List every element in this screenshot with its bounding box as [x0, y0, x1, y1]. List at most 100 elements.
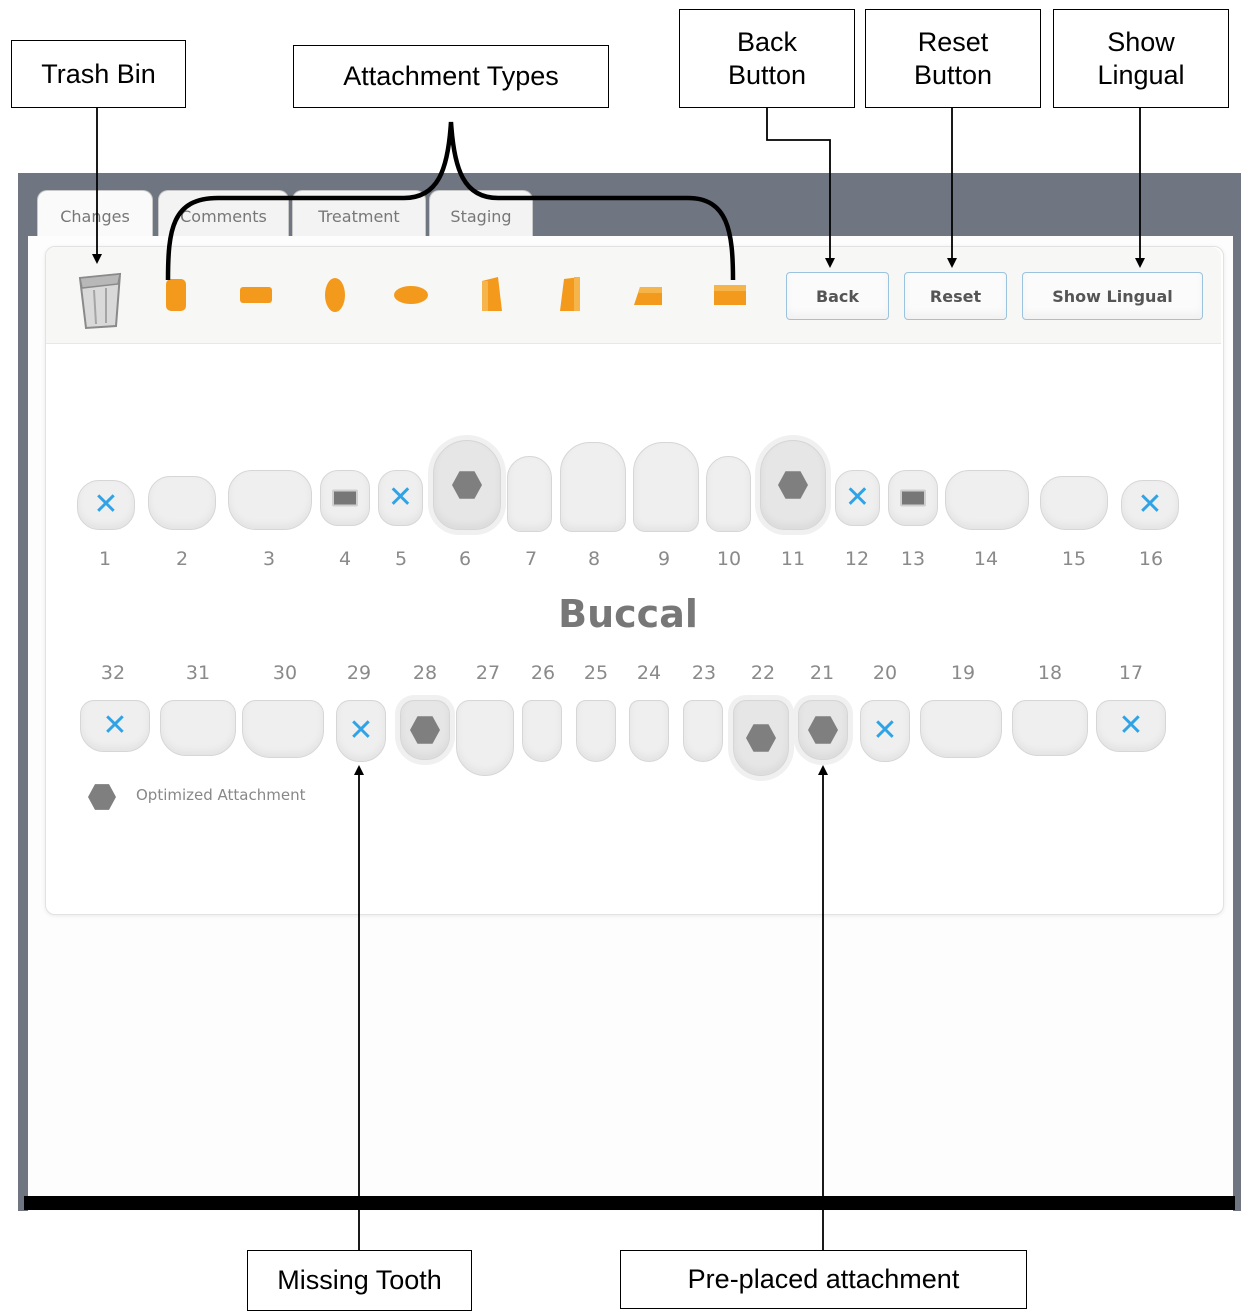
tooth-number: 7 [524, 548, 538, 570]
tooth-30[interactable] [242, 700, 324, 758]
view-label: Buccal [558, 592, 698, 636]
callout-text: Show [1107, 26, 1175, 57]
tooth-11[interactable] [760, 440, 826, 530]
tooth-1[interactable]: ✕ [77, 480, 135, 530]
tooth-32[interactable]: ✕ [80, 700, 150, 752]
tooth-number: 16 [1138, 548, 1164, 570]
tooth-25[interactable] [576, 700, 616, 762]
tooth-number: 8 [587, 548, 601, 570]
tooth-number: 23 [691, 662, 717, 684]
missing-tooth-x-icon: ✕ [1137, 487, 1163, 522]
tooth-21[interactable] [798, 700, 848, 760]
tooth-5[interactable]: ✕ [378, 470, 423, 526]
callout-text: Lingual [1097, 59, 1185, 90]
missing-tooth-x-icon: ✕ [1118, 708, 1144, 743]
attachment-marker [900, 489, 926, 507]
tab-comments[interactable]: Comments [158, 190, 289, 238]
vertical-ellipse-attachment-icon[interactable] [317, 277, 353, 313]
tooth-18[interactable] [1012, 700, 1088, 756]
tooth-number: 13 [900, 548, 926, 570]
tooth-number: 12 [844, 548, 870, 570]
teeth-panel [45, 246, 1224, 915]
tooth-20[interactable]: ✕ [860, 700, 910, 762]
optimized-attachment-icon [410, 716, 440, 744]
show-lingual-button[interactable]: Show Lingual [1022, 272, 1203, 320]
missing-tooth-x-icon: ✕ [844, 480, 871, 515]
tooth-23[interactable] [683, 700, 723, 762]
tooth-number: 28 [412, 662, 438, 684]
tab-changes[interactable]: Changes [37, 190, 153, 238]
tooth-19[interactable] [920, 700, 1002, 758]
tooth-27[interactable] [456, 700, 514, 776]
tooth-number: 1 [98, 548, 112, 570]
tooth-12[interactable]: ✕ [835, 470, 880, 526]
tooth-26[interactable] [522, 700, 562, 762]
callout-text: Attachment Types [343, 61, 559, 91]
tooth-28[interactable] [400, 700, 450, 760]
tooth-number: 21 [809, 662, 835, 684]
tooth-number: 31 [185, 662, 211, 684]
callout-text: Trash Bin [41, 58, 156, 89]
vertical-bevel-attachment-icon[interactable] [474, 277, 510, 313]
tooth-9[interactable] [633, 442, 699, 532]
optimized-attachment-icon [746, 724, 776, 752]
tooth-number: 17 [1118, 662, 1144, 684]
tooth-24[interactable] [629, 700, 669, 762]
missing-tooth-x-icon: ✕ [348, 713, 374, 748]
horizontal-rectangle-attachment-icon[interactable] [238, 277, 274, 313]
missing-tooth-x-icon: ✕ [102, 708, 128, 743]
callout-attachment-types: Attachment Types [293, 45, 609, 108]
callout-text: Reset [917, 26, 989, 57]
trash-bin-icon[interactable] [72, 268, 128, 332]
tab-staging[interactable]: Staging [429, 190, 533, 238]
tooth-number: 9 [657, 548, 671, 570]
reset-button[interactable]: Reset [904, 272, 1007, 320]
tooth-number: 3 [262, 548, 276, 570]
horizontal-bevel-attachment-icon[interactable] [630, 277, 666, 313]
tooth-number: 11 [780, 548, 806, 570]
tooth-14[interactable] [945, 470, 1029, 530]
horizontal-ellipse-attachment-icon[interactable] [393, 277, 429, 313]
horizontal-bevel-reverse-attachment-icon[interactable] [712, 277, 748, 313]
back-button[interactable]: Back [786, 272, 889, 320]
tooth-8[interactable] [560, 442, 626, 532]
tooth-17[interactable]: ✕ [1096, 700, 1166, 752]
optimized-attachment-icon [778, 471, 808, 499]
tooth-number: 27 [475, 662, 501, 684]
tooth-number: 14 [973, 548, 999, 570]
tooth-6[interactable] [433, 440, 501, 530]
tooth-10[interactable] [706, 456, 751, 532]
legend-label: Optimized Attachment [136, 786, 306, 804]
vertical-rectangle-attachment-icon[interactable] [158, 277, 194, 313]
callout-text: Missing Tooth [277, 1265, 442, 1295]
tooth-number: 29 [346, 662, 372, 684]
vertical-bevel-reverse-attachment-icon[interactable] [552, 277, 588, 313]
tooth-number: 15 [1061, 548, 1087, 570]
optimized-attachment-icon [808, 716, 838, 744]
tooth-22[interactable] [733, 700, 789, 776]
tooth-15[interactable] [1040, 476, 1108, 530]
tooth-16[interactable]: ✕ [1121, 480, 1179, 530]
bottom-divider [24, 1196, 1235, 1210]
callout-text: Back [736, 26, 798, 57]
tooth-2[interactable] [148, 476, 216, 530]
tooth-3[interactable] [228, 470, 312, 530]
tooth-number: 26 [530, 662, 556, 684]
tooth-29[interactable]: ✕ [336, 700, 386, 762]
tooth-number: 4 [338, 548, 352, 570]
tooth-31[interactable] [160, 700, 236, 756]
callout-trash-bin: Trash Bin [11, 40, 186, 108]
missing-tooth-x-icon: ✕ [387, 480, 414, 515]
tooth-4[interactable] [320, 470, 370, 526]
attachment-marker [332, 489, 358, 507]
callout-missing-tooth: Missing Tooth [247, 1250, 472, 1311]
tab-treatment[interactable]: Treatment [292, 190, 426, 238]
tooth-number: 24 [636, 662, 662, 684]
callout-text: Button [727, 59, 807, 90]
missing-tooth-x-icon: ✕ [93, 487, 119, 522]
callout-text: Pre-placed attachment [687, 1264, 960, 1294]
callout-back-button: Back Button [679, 9, 855, 108]
tooth-13[interactable] [888, 470, 938, 526]
callout-show-lingual: Show Lingual [1053, 9, 1229, 108]
tooth-7[interactable] [507, 456, 552, 532]
